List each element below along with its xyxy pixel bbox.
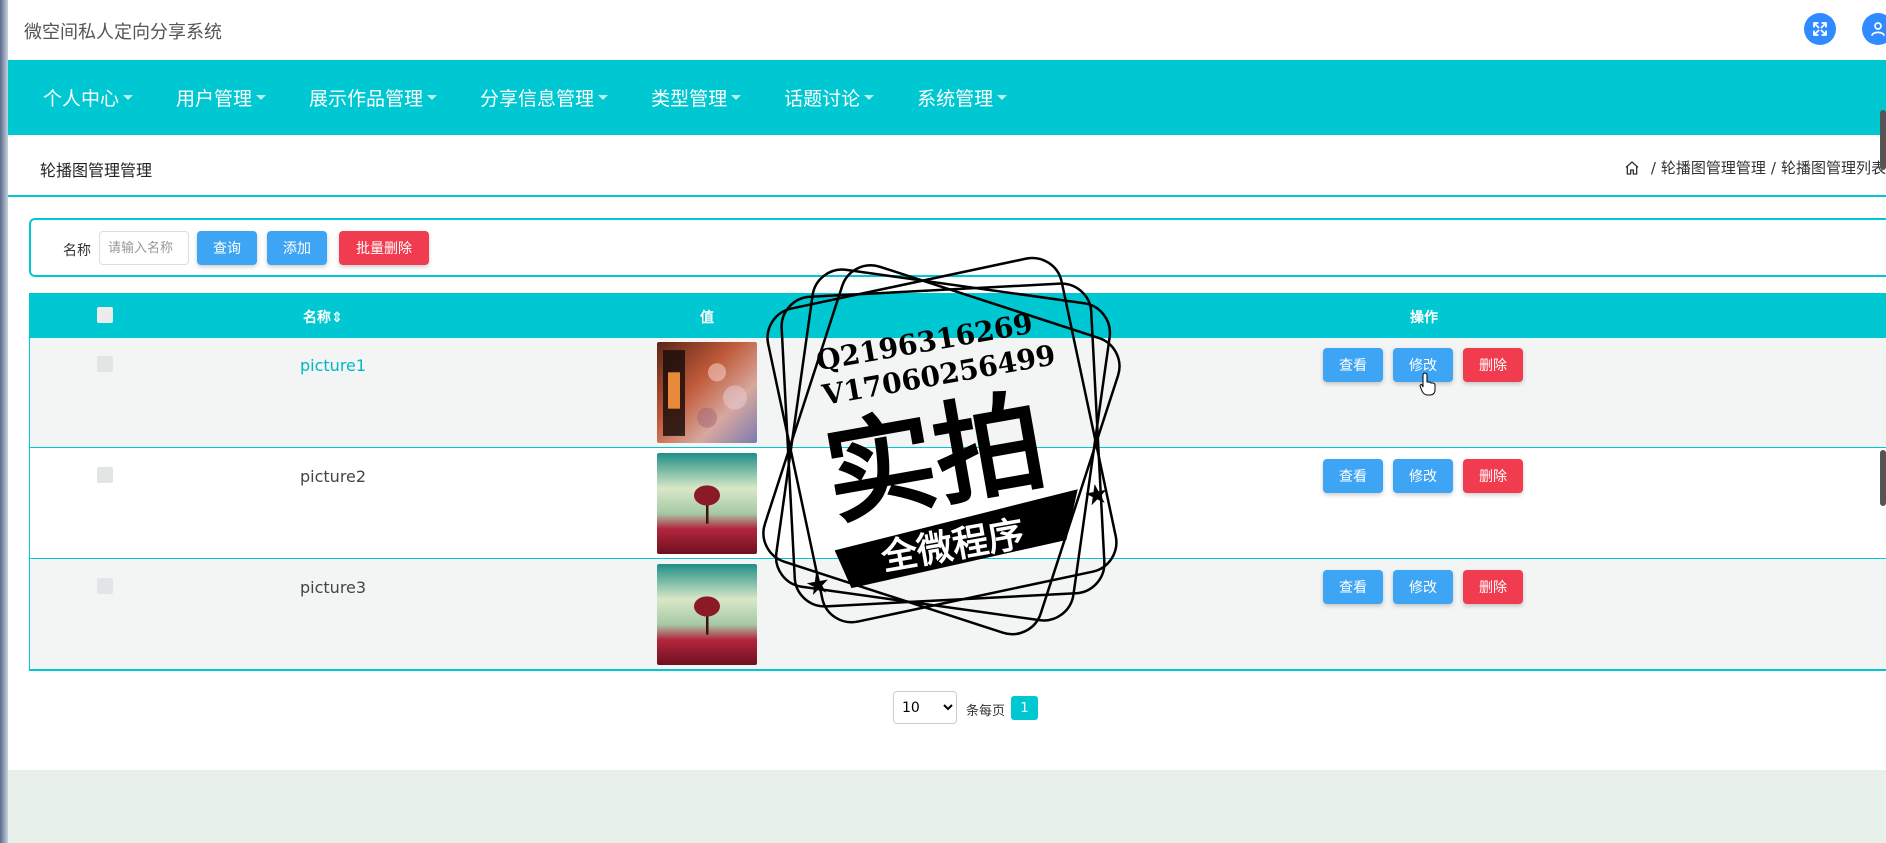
view-button[interactable]: 查看 <box>1323 348 1383 382</box>
breadcrumb-separator: / <box>1650 158 1656 177</box>
breadcrumb-item-management[interactable]: 轮播图管理管理 <box>1661 157 1766 178</box>
hand-pointer-icon <box>1419 372 1436 396</box>
page: 微空间私人定向分享系统 个人中心 用户管理 展示作品管理 分享信息管理 类型管理… <box>0 0 1886 843</box>
table-row: picture1 查看 修改 删除 <box>30 338 1886 448</box>
edit-button[interactable]: 修改 <box>1393 459 1453 493</box>
main-nav: 个人中心 用户管理 展示作品管理 分享信息管理 类型管理 话题讨论 系统管理 <box>8 60 1886 135</box>
query-button[interactable]: 查询 <box>197 231 257 265</box>
scrollbar-thumb[interactable] <box>1880 110 1886 170</box>
table-header: 名称⇕ 值 操作 <box>30 294 1886 338</box>
per-page-label: 条每页 <box>966 704 1006 719</box>
caret-down-icon <box>731 95 742 100</box>
caret-down-icon <box>256 95 267 100</box>
caret-down-icon <box>123 95 134 100</box>
view-button[interactable]: 查看 <box>1323 570 1383 604</box>
row-checkbox[interactable] <box>97 467 113 483</box>
caret-down-icon <box>598 95 609 100</box>
nav-item-label: 个人中心 <box>43 88 120 110</box>
edit-button[interactable]: 修改 <box>1393 570 1453 604</box>
caret-down-icon <box>427 95 438 100</box>
view-button[interactable]: 查看 <box>1323 459 1383 493</box>
user-icon[interactable] <box>1862 13 1886 45</box>
caret-down-icon <box>997 95 1008 100</box>
table-row: picture3 查看 修改 删除 <box>30 560 1886 670</box>
app-title: 微空间私人定向分享系统 <box>24 22 222 43</box>
carousel-table: 名称⇕ 值 操作 picture1 查看 修改 删除 picture2 查看 修… <box>29 293 1886 671</box>
row-name[interactable]: picture3 <box>300 578 366 597</box>
delete-button[interactable]: 删除 <box>1463 348 1523 382</box>
name-search-input[interactable] <box>99 231 189 265</box>
row-checkbox[interactable] <box>97 578 113 594</box>
window-edge <box>0 0 8 843</box>
nav-item-label: 用户管理 <box>176 88 253 110</box>
caret-down-icon <box>864 95 875 100</box>
sort-icon: ⇕ <box>331 310 343 326</box>
thumbnail-image <box>657 453 757 554</box>
row-name[interactable]: picture1 <box>300 356 366 375</box>
thumbnail-image <box>657 564 757 665</box>
nav-item-works-management[interactable]: 展示作品管理 <box>309 84 438 111</box>
thumbnail-image <box>657 342 757 443</box>
breadcrumb-item-list: 轮播图管理列表 <box>1780 159 1886 177</box>
page-title: 轮播图管理管理 <box>40 161 153 180</box>
column-header-name-label: 名称 <box>303 310 331 326</box>
breadcrumb: / 轮播图管理管理 / 轮播图管理列表 <box>1624 157 1886 178</box>
nav-item-topic-discussion[interactable]: 话题讨论 <box>784 84 875 111</box>
breadcrumb-separator: / <box>1770 158 1776 177</box>
nav-item-label: 展示作品管理 <box>309 88 424 110</box>
scrollbar-thumb[interactable] <box>1880 450 1886 506</box>
nav-item-personal-center[interactable]: 个人中心 <box>43 84 134 111</box>
row-name[interactable]: picture2 <box>300 467 366 486</box>
column-header-actions: 操作 <box>1410 310 1438 326</box>
page-button-current[interactable]: 1 <box>1011 696 1038 720</box>
breadcrumb-bar: 轮播图管理管理 / 轮播图管理管理 / 轮播图管理列表 <box>8 135 1886 197</box>
top-bar: 微空间私人定向分享系统 <box>8 0 1886 60</box>
home-icon[interactable] <box>1624 160 1640 176</box>
fullscreen-icon[interactable] <box>1804 13 1836 45</box>
batch-delete-button[interactable]: 批量删除 <box>339 231 429 265</box>
search-label: 名称 <box>63 243 91 259</box>
search-form: 名称 查询 添加 批量删除 <box>29 218 1886 277</box>
row-checkbox[interactable] <box>97 356 113 372</box>
app-window: 微空间私人定向分享系统 个人中心 用户管理 展示作品管理 分享信息管理 类型管理… <box>8 0 1886 770</box>
nav-item-label: 系统管理 <box>917 88 994 110</box>
nav-item-share-info-management[interactable]: 分享信息管理 <box>480 84 609 111</box>
delete-button[interactable]: 删除 <box>1463 459 1523 493</box>
nav-item-type-management[interactable]: 类型管理 <box>651 84 742 111</box>
add-button[interactable]: 添加 <box>267 231 327 265</box>
column-header-value: 值 <box>700 310 714 326</box>
select-all-checkbox[interactable] <box>97 307 113 323</box>
page-size-select[interactable]: 10 <box>893 691 957 724</box>
nav-item-label: 分享信息管理 <box>480 88 595 110</box>
nav-item-user-management[interactable]: 用户管理 <box>176 84 267 111</box>
column-header-name[interactable]: 名称⇕ <box>303 307 343 327</box>
nav-item-label: 类型管理 <box>651 88 728 110</box>
nav-item-label: 话题讨论 <box>784 88 861 110</box>
delete-button[interactable]: 删除 <box>1463 570 1523 604</box>
nav-item-system-management[interactable]: 系统管理 <box>917 84 1008 111</box>
table-row: picture2 查看 修改 删除 <box>30 449 1886 559</box>
